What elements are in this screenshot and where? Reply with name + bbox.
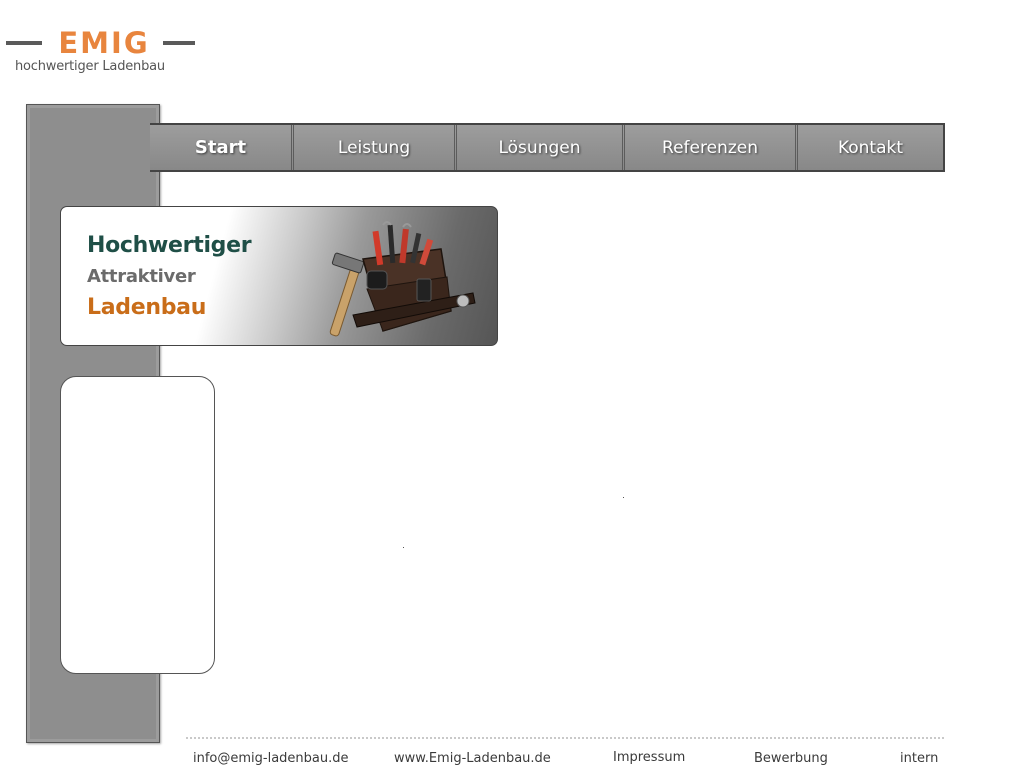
main-navigation: Start Leistung Lösungen Referenzen Konta… bbox=[150, 123, 945, 172]
nav-item-leistung[interactable]: Leistung bbox=[291, 125, 454, 170]
site-logo[interactable]: EMIG hochwertiger Ladenbau bbox=[6, 26, 206, 78]
sidebar-box bbox=[60, 376, 215, 674]
tool-belt-icon bbox=[329, 221, 476, 337]
nav-item-start[interactable]: Start bbox=[150, 125, 291, 170]
speck bbox=[623, 497, 624, 498]
banner-line-attraktiver: Attraktiver bbox=[87, 266, 196, 287]
banner-line-ladenbau: Ladenbau bbox=[87, 295, 207, 320]
logo-dash-right bbox=[163, 41, 195, 45]
logo-tagline: hochwertiger Ladenbau bbox=[15, 59, 165, 74]
footer-divider bbox=[186, 737, 944, 739]
nav-item-referenzen[interactable]: Referenzen bbox=[622, 125, 795, 170]
banner-line-hochwertiger: Hochwertiger bbox=[87, 233, 252, 258]
logo-wordmark: EMIG bbox=[6, 26, 196, 60]
footer-link-email[interactable]: info@emig-ladenbau.de bbox=[193, 751, 349, 766]
footer-link-intern[interactable]: intern bbox=[900, 751, 938, 766]
speck bbox=[403, 547, 404, 548]
footer-link-website[interactable]: www.Emig-Ladenbau.de bbox=[394, 751, 551, 766]
logo-word: EMIG bbox=[58, 26, 150, 60]
logo-dash-left bbox=[6, 41, 42, 45]
nav-item-kontakt[interactable]: Kontakt bbox=[795, 125, 943, 170]
hero-banner: Hochwertiger Attraktiver Ladenbau bbox=[60, 206, 498, 346]
page: EMIG hochwertiger Ladenbau Start Leistun… bbox=[0, 0, 1024, 768]
footer-link-bewerbung[interactable]: Bewerbung bbox=[754, 751, 828, 766]
footer-link-impressum[interactable]: Impressum bbox=[613, 750, 685, 765]
nav-item-loesungen[interactable]: Lösungen bbox=[454, 125, 622, 170]
